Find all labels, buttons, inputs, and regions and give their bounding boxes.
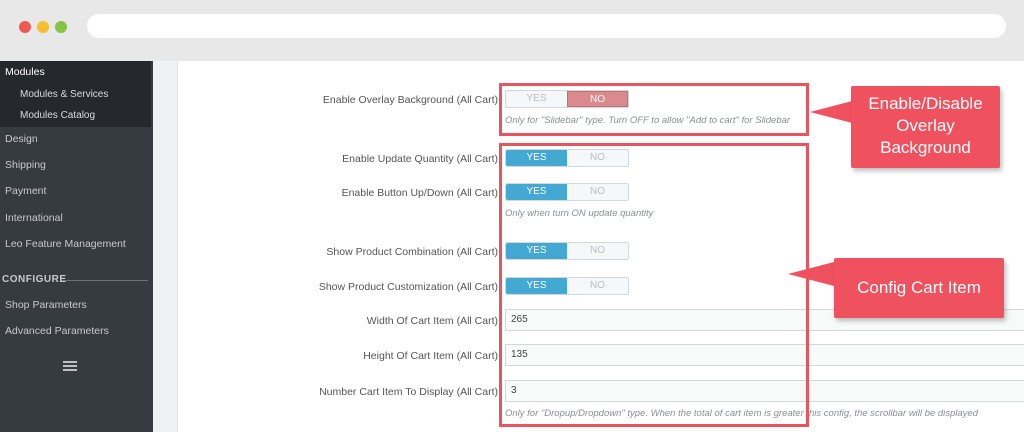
sidebar-item-international[interactable]: International [5, 212, 63, 224]
sidebar-item-payment[interactable]: Payment [5, 185, 46, 197]
minimize-window-dot[interactable] [37, 21, 49, 33]
sidebar-item-shipping[interactable]: Shipping [5, 159, 46, 171]
cart-item-highlight-box [499, 143, 809, 427]
customization-label: Show Product Customization (All Cart) [318, 281, 498, 293]
maximize-window-dot[interactable] [55, 21, 67, 33]
update-quantity-label: Enable Update Quantity (All Cart) [342, 153, 498, 165]
configure-label: CONFIGURE [2, 274, 67, 285]
admin-sidebar: Modules Modules & Services Modules Catal… [0, 61, 153, 432]
browser-titlebar [0, 0, 1024, 61]
overlay-highlight-box [499, 83, 809, 136]
overlay-callout: Enable/Disable Overlay Background [851, 86, 1000, 168]
number-label: Number Cart Item To Display (All Cart) [319, 386, 498, 398]
overlay-callout-line3: Background [880, 138, 971, 157]
sidebar-subitem-modules-services[interactable]: Modules & Services [20, 89, 108, 100]
sidebar-subitem-modules-catalog[interactable]: Modules Catalog [20, 110, 95, 121]
configure-divider [62, 280, 148, 281]
height-label: Height Of Cart Item (All Cart) [363, 350, 498, 362]
overlay-callout-line1: Enable/Disable [868, 94, 983, 113]
close-window-dot[interactable] [19, 21, 31, 33]
sidebar-item-leo-feature-management[interactable]: Leo Feature Management [5, 238, 126, 250]
sidebar-configure-heading: CONFIGURE [0, 273, 153, 287]
combination-label: Show Product Combination (All Cart) [326, 246, 498, 258]
cart-item-callout: Config Cart Item [834, 258, 1004, 318]
width-label: Width Of Cart Item (All Cart) [366, 315, 498, 327]
button-updown-label: Enable Button Up/Down (All Cart) [341, 187, 498, 199]
sidebar-item-shop-parameters[interactable]: Shop Parameters [5, 299, 87, 311]
overlay-callout-pointer [810, 100, 856, 124]
overlay-label: Enable Overlay Background (All Cart) [322, 94, 498, 106]
cart-item-callout-text: Config Cart Item [857, 278, 981, 297]
sidebar-item-design[interactable]: Design [5, 133, 38, 145]
cart-item-callout-pointer [788, 262, 834, 286]
sidebar-item-advanced-parameters[interactable]: Advanced Parameters [5, 325, 109, 337]
hamburger-menu-icon[interactable] [63, 361, 79, 373]
sidebar-item-modules[interactable]: Modules [5, 66, 45, 78]
address-bar[interactable] [87, 14, 1006, 38]
overlay-callout-line2: Overlay [896, 116, 955, 135]
